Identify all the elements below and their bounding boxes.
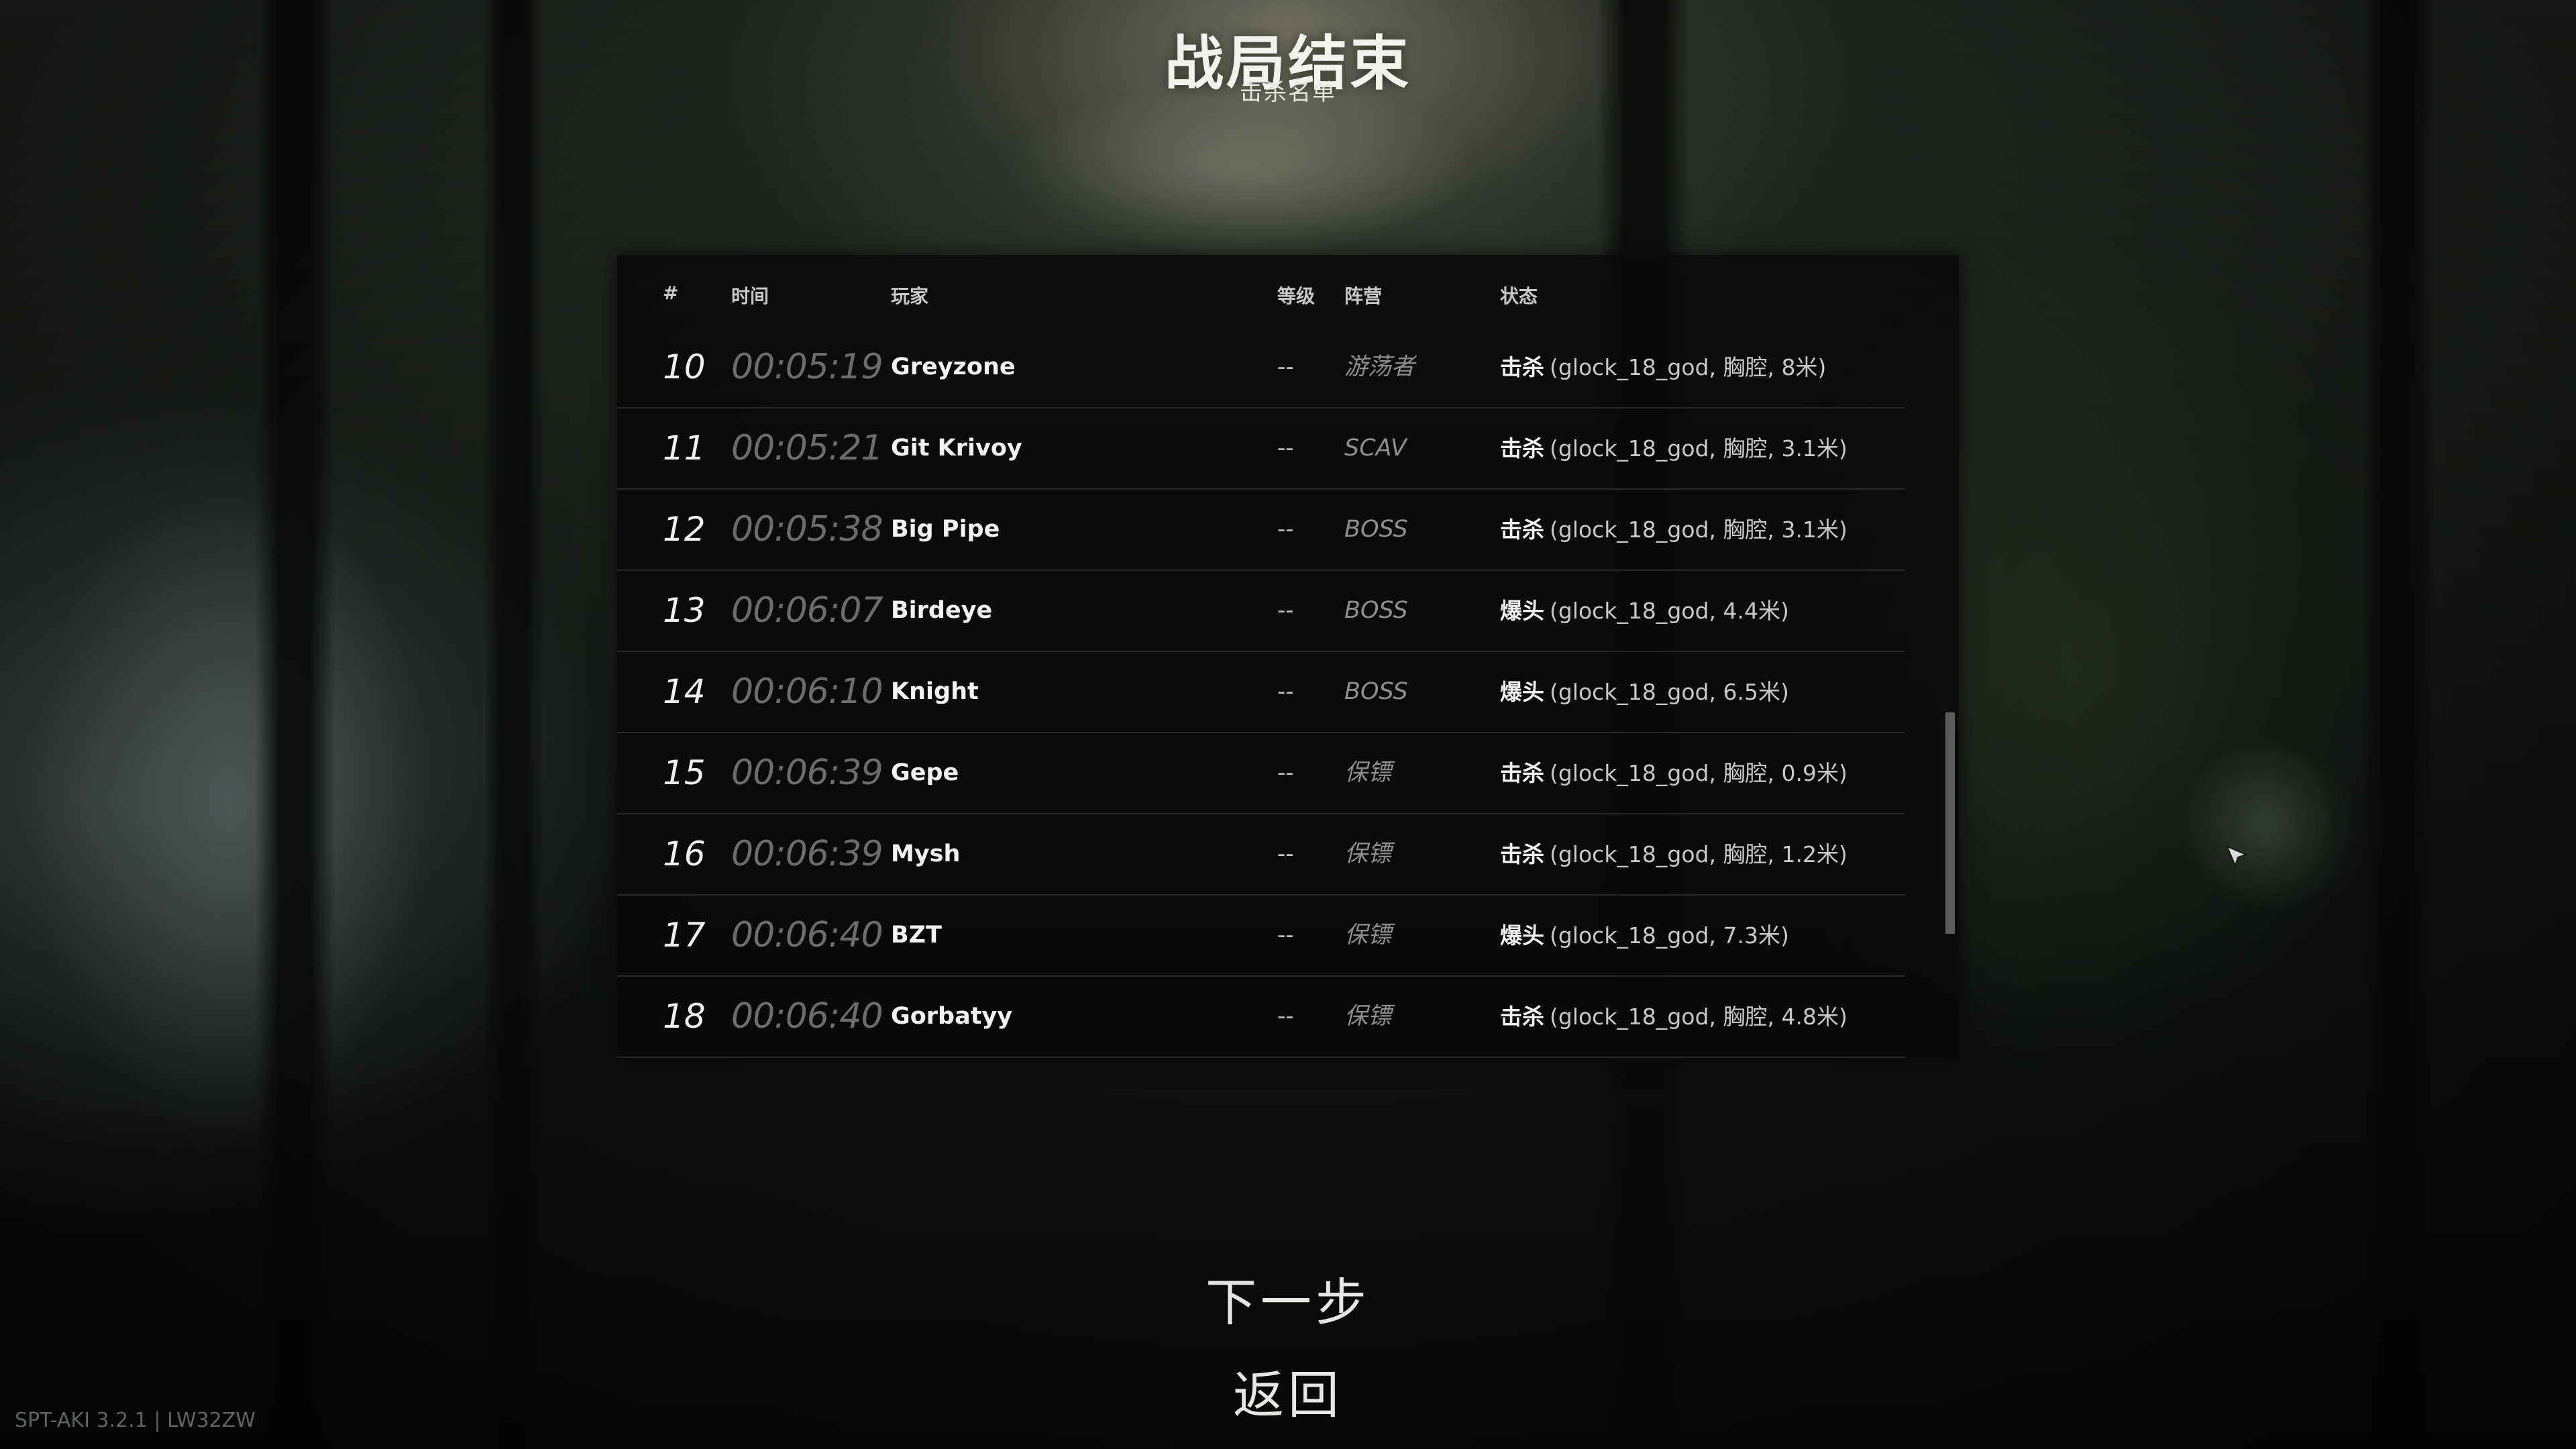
kill-status-detail: (glock_18_god, 胸腔, 3.1米) [1550, 517, 1847, 543]
kill-time: 00:06:40 [731, 915, 883, 955]
mouse-pointer-icon [2226, 845, 2248, 867]
kill-number: 14 [663, 672, 706, 711]
kill-time: 00:06:39 [731, 753, 883, 793]
player-name: Gepe [891, 759, 959, 786]
player-level: -- [1277, 516, 1294, 543]
kill-time: 00:06:40 [731, 996, 883, 1036]
version-label: SPT-AKI 3.2.1 | LW32ZW [15, 1409, 256, 1432]
player-side: 保镖 [1344, 759, 1392, 786]
kill-time: 00:06:10 [731, 672, 883, 712]
kill-time: 00:05:19 [731, 347, 883, 387]
player-name: Knight [891, 678, 979, 705]
player-side: SCAV [1344, 435, 1407, 462]
kill-status: 爆头 (glock_18_god, 6.5米) [1500, 652, 1789, 732]
kill-number: 11 [663, 429, 706, 468]
next-button[interactable]: 下一步 [0, 1261, 2576, 1335]
kill-status-type: 击杀 [1500, 1004, 1544, 1030]
table-row: 11 00:05:21 Git Krivoy -- SCAV 击杀 (glock_… [617, 409, 1905, 490]
kill-time: 00:06:39 [731, 834, 883, 874]
kill-list-panel: # 时间 玩家 等级 阵营 状态 10 00:05:19 Greyzone --… [617, 255, 1959, 1060]
kill-number: 10 [663, 347, 706, 386]
player-name: Big Pipe [891, 516, 1000, 543]
player-side: 保镖 [1344, 1003, 1392, 1030]
player-name: Gorbatyy [891, 1003, 1013, 1030]
kill-status-detail: (glock_18_god, 7.3米) [1550, 922, 1789, 949]
player-level: -- [1277, 759, 1294, 786]
player-level: -- [1277, 1003, 1294, 1030]
player-level: -- [1277, 841, 1294, 867]
player-level: -- [1277, 922, 1294, 949]
kill-number: 12 [663, 510, 706, 549]
kill-status-type: 击杀 [1500, 517, 1544, 543]
kill-number: 18 [663, 997, 706, 1036]
kill-status: 爆头 (glock_18_god, 7.3米) [1500, 896, 1789, 975]
table-header: # 时间 玩家 等级 阵营 状态 [617, 282, 1905, 319]
player-side: 保镖 [1344, 922, 1392, 949]
table-row: 17 00:06:40 BZT -- 保镖 爆头 (glock_18_god, 7… [617, 896, 1905, 977]
table-row: 15 00:06:39 Gepe -- 保镖 击杀 (glock_18_god, … [617, 733, 1905, 814]
screen-subtitle: 击杀名单 [1240, 79, 1336, 106]
kill-status-detail: (glock_18_god, 4.4米) [1550, 598, 1789, 624]
kill-number: 15 [663, 753, 706, 792]
kill-status-type: 爆头 [1500, 679, 1544, 705]
kill-time: 00:05:21 [731, 428, 883, 468]
player-side: BOSS [1344, 597, 1408, 624]
kill-status-type: 爆头 [1500, 922, 1544, 949]
kill-status: 击杀 (glock_18_god, 胸腔, 3.1米) [1500, 490, 1847, 570]
player-name: Greyzone [891, 354, 1016, 380]
kill-status-detail: (glock_18_god, 胸腔, 3.1米) [1550, 435, 1847, 462]
kill-status: 击杀 (glock_18_god, 胸腔, 1.2米) [1500, 814, 1847, 894]
kill-status-detail: (glock_18_god, 胸腔, 1.2米) [1550, 841, 1847, 867]
header-time: 时间 [731, 285, 769, 307]
kill-status: 爆头 (glock_18_god, 4.4米) [1500, 571, 1789, 651]
kill-number: 17 [663, 916, 706, 955]
table-row: 13 00:06:07 Birdeye -- BOSS 爆头 (glock_18_… [617, 571, 1905, 652]
kill-status-detail: (glock_18_god, 胸腔, 0.9米) [1550, 760, 1847, 786]
header-status: 状态 [1500, 285, 1538, 307]
player-level: -- [1277, 597, 1294, 624]
kill-status-type: 击杀 [1500, 841, 1544, 867]
kill-status: 击杀 (glock_18_god, 胸腔, 0.9米) [1500, 733, 1847, 813]
table-row: 10 00:05:19 Greyzone -- 游荡者 击杀 (glock_18_… [617, 327, 1905, 409]
kill-status: 击杀 (glock_18_god, 胸腔, 3.1米) [1500, 409, 1847, 488]
player-name: Git Krivoy [891, 435, 1022, 462]
player-side: BOSS [1344, 516, 1408, 543]
kill-status-detail: (glock_18_god, 6.5米) [1550, 679, 1789, 705]
kill-number: 16 [663, 835, 706, 873]
table-row: 12 00:05:38 Big Pipe -- BOSS 击杀 (glock_18… [617, 490, 1905, 571]
kill-time: 00:05:38 [731, 509, 883, 549]
table-row: 16 00:06:39 Mysh -- 保镖 击杀 (glock_18_god, … [617, 814, 1905, 896]
player-name: BZT [891, 922, 942, 949]
table-row: 14 00:06:10 Knight -- BOSS 爆头 (glock_18_g… [617, 652, 1905, 733]
player-side: 游荡者 [1344, 354, 1415, 380]
kill-status-type: 爆头 [1500, 598, 1544, 624]
kill-list: 10 00:05:19 Greyzone -- 游荡者 击杀 (glock_18_… [617, 327, 1905, 1058]
table-row: 18 00:06:40 Gorbatyy -- 保镖 击杀 (glock_18_g… [617, 977, 1905, 1058]
kill-status-detail: (glock_18_god, 胸腔, 8米) [1550, 354, 1827, 380]
header-side: 阵营 [1344, 285, 1383, 307]
header-player: 玩家 [891, 285, 929, 307]
kill-time: 00:06:07 [731, 590, 883, 631]
kill-list-scrollbar[interactable] [1945, 712, 1955, 934]
kill-status-type: 击杀 [1500, 435, 1544, 462]
header-num: # [663, 282, 679, 304]
header-level: 等级 [1277, 285, 1316, 307]
kill-status-type: 击杀 [1500, 354, 1544, 380]
player-name: Birdeye [891, 597, 993, 624]
kill-status-detail: (glock_18_god, 胸腔, 4.8米) [1550, 1004, 1847, 1030]
back-button[interactable]: 返回 [0, 1354, 2576, 1428]
player-level: -- [1277, 678, 1294, 705]
player-level: -- [1277, 435, 1294, 462]
kill-status-type: 击杀 [1500, 760, 1544, 786]
kill-status: 击杀 (glock_18_god, 胸腔, 8米) [1500, 327, 1826, 407]
player-level: -- [1277, 354, 1294, 380]
kill-number: 13 [663, 591, 706, 630]
player-side: BOSS [1344, 678, 1408, 705]
kill-status: 击杀 (glock_18_god, 胸腔, 4.8米) [1500, 977, 1847, 1057]
player-name: Mysh [891, 841, 961, 867]
player-side: 保镖 [1344, 841, 1392, 867]
